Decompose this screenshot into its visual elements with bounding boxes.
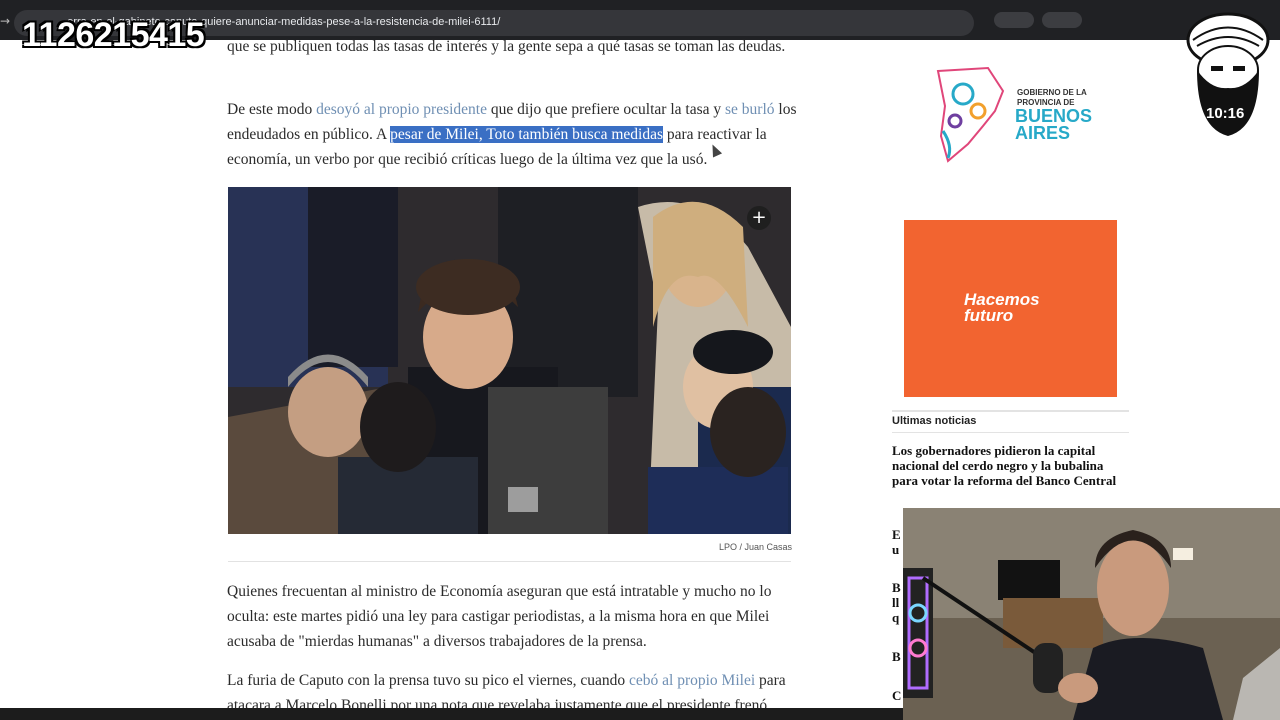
news-item-3-stub-2[interactable]: ll <box>892 595 899 610</box>
profile-button[interactable] <box>1042 12 1082 28</box>
gba-subtitle: GOBIERNO DE LA PROVINCIA DE <box>1017 88 1087 108</box>
ad-line-2: futuro <box>964 306 1014 325</box>
news-item-1[interactable]: Los gobernadores pidieron la capital nac… <box>892 443 1132 488</box>
gba-small-text: GOBIERNO DE LA PROVINCIA DE <box>1017 88 1087 107</box>
news-item-3-stub[interactable]: B <box>892 580 901 595</box>
gba-big-text: BUENOS AIRES <box>1015 106 1093 143</box>
article-paragraph-1: De este modo desoyó al propio presidente… <box>227 97 797 172</box>
divider <box>892 432 1129 433</box>
news-item-4-stub[interactable]: B <box>892 649 901 664</box>
gba-province-map-icon <box>936 66 1005 163</box>
photo-crowd-scene <box>228 187 791 534</box>
back-arrow-icon[interactable]: → <box>0 14 10 28</box>
link-cebo-milei[interactable]: cebó al propio Milei <box>629 672 755 689</box>
stream-timer: 10:16 <box>1206 105 1245 122</box>
gba-title: BUENOS AIRES <box>1015 106 1093 143</box>
webcam-overlay <box>903 508 1280 720</box>
ad-banner[interactable]: Hacemos futuro <box>904 220 1117 397</box>
news-item-2-stub-2[interactable]: u <box>892 542 899 557</box>
latest-news-heading: Ultimas noticias <box>892 415 977 427</box>
webcam-scene <box>903 508 1280 720</box>
p1-text-2: que dijo que prefiere ocultar la tasa y <box>487 101 725 118</box>
divider <box>228 561 791 562</box>
news-item-2-stub[interactable]: E <box>892 527 901 542</box>
link-se-burlo[interactable]: se burló <box>725 101 775 118</box>
selected-text: pesar de Milei, Toto también busca medid… <box>390 126 663 143</box>
news-item-3-stub-3[interactable]: q <box>892 610 899 625</box>
taskbar <box>0 708 903 720</box>
image-caption: LPO / Juan Casas <box>719 542 793 552</box>
link-desoyo-presidente[interactable]: desoyó al propio presidente <box>316 101 487 118</box>
article-photo[interactable] <box>228 187 791 534</box>
divider <box>892 410 1129 412</box>
expand-image-icon[interactable]: + <box>747 206 771 230</box>
phone-number-overlay: 1126215415 <box>22 16 205 54</box>
p3-text-1: La furia de Caputo con la prensa tuvo su… <box>227 672 630 689</box>
p1-text-1: De este modo <box>227 101 317 118</box>
article-paragraph-0: que se publiquen todas las tasas de inte… <box>227 38 786 55</box>
news-item-5-stub[interactable]: C <box>892 688 901 703</box>
extension-button[interactable] <box>994 12 1034 28</box>
article-paragraph-2: Quienes frecuentan al ministro de Econom… <box>227 583 772 650</box>
ad-text: Hacemos futuro <box>964 291 1040 325</box>
